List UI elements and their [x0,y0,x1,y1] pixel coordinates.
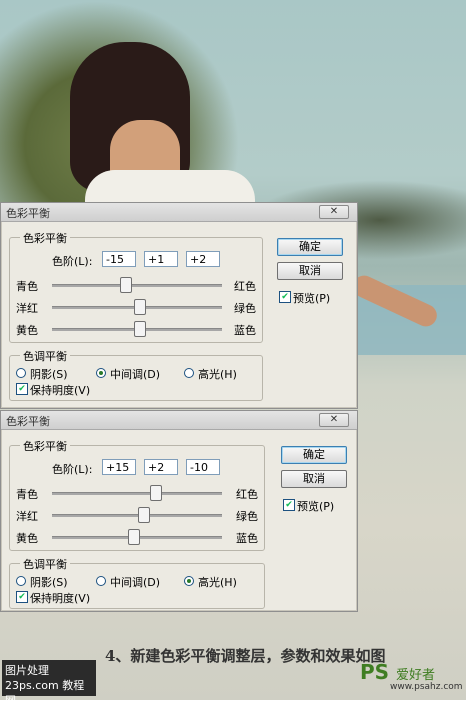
slider-right-label: 红色 [236,488,258,501]
slider-right-label: 红色 [234,280,256,293]
dialog-title: 色彩平衡 [6,207,50,220]
group-label: 色调平衡 [20,348,70,364]
slider-right-label: 蓝色 [236,532,258,545]
level-input-2[interactable]: +2 [144,459,178,475]
watermark-right: PS 爱好者 www.psahz.com [360,660,466,696]
cancel-button[interactable]: 取消 [277,262,343,280]
slider-left-label: 洋红 [16,510,38,523]
preview-label: 预览(P) [297,500,335,513]
ok-button[interactable]: 确定 [277,238,343,256]
preview-checkbox[interactable]: ✔ [279,291,291,303]
ok-button[interactable]: 确定 [281,446,347,464]
radio-label: 高光(H) [198,368,237,381]
ps-logo-url: www.psahz.com [390,682,463,692]
preserve-luminosity-checkbox[interactable]: ✔ [16,383,28,395]
color-balance-group: 色彩平衡 色阶(L): +15 +2 -10 青色 红色 洋红 绿色 黄色 蓝色 [9,438,265,551]
radio-highlights[interactable] [184,368,194,378]
level-input-3[interactable]: -10 [186,459,220,475]
radio-shadows[interactable] [16,368,26,378]
slider-thumb-magenta-green[interactable] [138,507,150,523]
slider-track [52,514,222,517]
checkbox-label: 保持明度(V) [30,384,91,397]
slider-left-label: 青色 [16,488,38,501]
close-button[interactable]: ✕ [319,413,349,427]
slider-left-label: 洋红 [16,302,38,315]
titlebar: 色彩平衡 ✕ [1,411,357,430]
radio-label: 阴影(S) [30,576,68,589]
level-input-1[interactable]: -15 [102,251,136,267]
watermark-left: 图片处理 23ps.com 教程网 [2,660,96,707]
slider-track [52,492,222,495]
slider-left-label: 黄色 [16,532,38,545]
close-button[interactable]: ✕ [319,205,349,219]
radio-midtones[interactable] [96,576,106,586]
tone-balance-group: 色调平衡 阴影(S) 中间调(D) 高光(H) ✔ 保持明度(V) [9,556,265,609]
slider-right-label: 蓝色 [234,324,256,337]
color-balance-dialog-1: 色彩平衡 ✕ 色彩平衡 色阶(L): -15 +1 +2 青色 红色 洋红 绿色… [0,202,358,409]
checkbox-label: 保持明度(V) [30,592,91,605]
slider-left-label: 青色 [16,280,38,293]
radio-label: 高光(H) [198,576,237,589]
slider-thumb-yellow-blue[interactable] [128,529,140,545]
preview-label: 预览(P) [293,292,331,305]
levels-label: 色阶(L): [52,255,93,268]
titlebar: 色彩平衡 ✕ [1,203,357,222]
cancel-button[interactable]: 取消 [281,470,347,488]
dialog-title: 色彩平衡 [6,415,50,428]
radio-highlights[interactable] [184,576,194,586]
level-input-2[interactable]: +1 [144,251,178,267]
radio-label: 阴影(S) [30,368,68,381]
ps-logo: PS [360,660,390,684]
level-input-3[interactable]: +2 [186,251,220,267]
preview-checkbox[interactable]: ✔ [283,499,295,511]
slider-thumb-cyan-red[interactable] [150,485,162,501]
preserve-luminosity-checkbox[interactable]: ✔ [16,591,28,603]
tone-balance-group: 色调平衡 阴影(S) 中间调(D) 高光(H) ✔ 保持明度(V) [9,348,263,401]
group-label: 色彩平衡 [20,438,70,454]
slider-thumb-magenta-green[interactable] [134,299,146,315]
color-balance-dialog-2: 色彩平衡 ✕ 色彩平衡 色阶(L): +15 +2 -10 青色 红色 洋红 绿… [0,410,358,612]
levels-label: 色阶(L): [52,463,93,476]
ps-logo-name: 爱好者 [396,668,436,683]
group-label: 色调平衡 [20,556,70,572]
slider-right-label: 绿色 [236,510,258,523]
slider-thumb-cyan-red[interactable] [120,277,132,293]
radio-shadows[interactable] [16,576,26,586]
caption-text: 4、新建色彩平衡调整层，参数和效果如图 [105,647,386,665]
radio-midtones[interactable] [96,368,106,378]
level-input-1[interactable]: +15 [102,459,136,475]
radio-label: 中间调(D) [110,368,161,381]
watermark-line-1: 图片处理 [5,664,49,677]
slider-thumb-yellow-blue[interactable] [134,321,146,337]
radio-label: 中间调(D) [110,576,161,589]
group-label: 色彩平衡 [20,230,70,246]
slider-left-label: 黄色 [16,324,38,337]
slider-right-label: 绿色 [234,302,256,315]
slider-track [52,284,222,287]
watermark-line-2: 23ps.com 教程网 [5,679,85,707]
color-balance-group: 色彩平衡 色阶(L): -15 +1 +2 青色 红色 洋红 绿色 黄色 蓝色 [9,230,263,343]
